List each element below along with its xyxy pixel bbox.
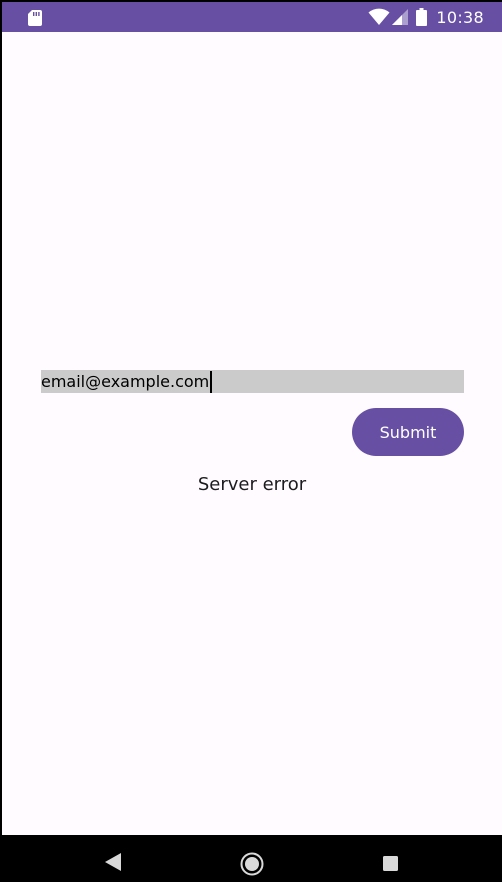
text-cursor <box>210 370 213 393</box>
back-icon[interactable] <box>105 853 121 871</box>
submit-button[interactable]: Submit <box>352 408 464 456</box>
status-clock: 10:38 <box>436 7 484 27</box>
email-field[interactable]: email@example.com <box>41 370 464 393</box>
recent-apps-icon[interactable] <box>383 856 398 871</box>
phone-screen: 10:38 email@example.com Submit Server er… <box>0 0 502 882</box>
sd-card-icon <box>28 10 42 26</box>
error-message: Server error <box>197 474 307 495</box>
main-content: email@example.com Submit Server error <box>2 32 502 835</box>
email-field-value: email@example.com <box>41 372 210 391</box>
status-icons: 10:38 <box>368 2 484 32</box>
wifi-icon <box>368 8 390 25</box>
signal-icon <box>392 9 409 25</box>
status-bar: 10:38 <box>2 2 502 32</box>
submit-button-label: Submit <box>379 422 437 442</box>
navigation-bar <box>0 835 502 882</box>
battery-icon <box>416 8 428 26</box>
home-icon[interactable] <box>240 852 264 876</box>
